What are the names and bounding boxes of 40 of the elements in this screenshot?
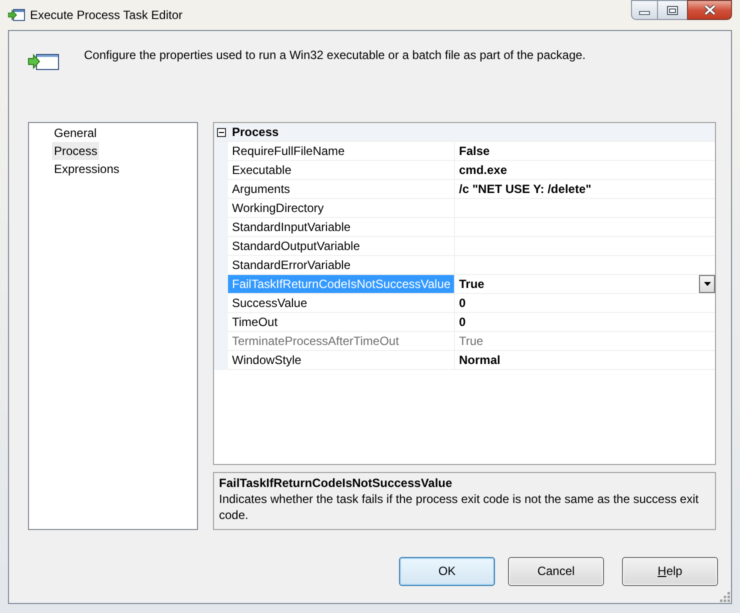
maximize-icon — [667, 6, 678, 14]
window-arrow-icon — [28, 53, 59, 70]
dialog-button[interactable]: Help — [622, 557, 718, 586]
nav-item[interactable]: Expressions — [52, 160, 122, 178]
dialog-button[interactable]: Cancel — [508, 557, 604, 586]
property-value[interactable]: 0 — [455, 313, 466, 331]
app-icon — [8, 9, 25, 21]
minimize-button[interactable] — [631, 0, 658, 20]
caret-icon — [704, 282, 710, 286]
minus-box-icon[interactable] — [217, 128, 226, 136]
property-value[interactable]: False — [455, 142, 490, 160]
property-name[interactable]: SuccessValue — [228, 294, 455, 313]
property-name[interactable]: StandardOutputVariable — [228, 237, 455, 256]
property-value[interactable]: 0 — [455, 294, 466, 312]
description-title: FailTaskIfReturnCodeIsNotSuccessValue — [219, 475, 454, 491]
property-name[interactable]: StandardInputVariable — [228, 218, 455, 237]
close-icon — [704, 5, 716, 15]
property-value[interactable]: Normal — [455, 351, 500, 369]
nav-item[interactable]: Process — [52, 142, 100, 160]
window-title: Execute Process Task Editor — [30, 8, 183, 22]
property-name[interactable]: WorkingDirectory — [228, 199, 455, 218]
property-value[interactable]: True — [455, 275, 484, 293]
dialog-button[interactable]: OK — [399, 557, 495, 586]
header-description: Configure the properties used to run a Win32 executable or a batch file as part of the package. — [84, 48, 586, 62]
close-button[interactable] — [687, 0, 732, 20]
property-name[interactable]: WindowStyle — [228, 351, 455, 370]
category-label: Process — [232, 124, 279, 140]
property-name[interactable]: TimeOut — [228, 313, 455, 332]
property-name[interactable]: RequireFullFileName — [228, 142, 455, 161]
dropdown-button[interactable] — [699, 275, 715, 293]
minimize-icon — [639, 11, 650, 15]
property-value[interactable]: cmd.exe — [455, 161, 508, 179]
size-grip-icon — [720, 592, 730, 602]
property-value[interactable]: /c "NET USE Y: /delete" — [455, 180, 592, 198]
property-name[interactable]: Arguments — [228, 180, 455, 199]
property-name[interactable]: Executable — [228, 161, 455, 180]
description-text: Indicates whether the task fails if the process exit code is not the same as the success exit code. — [219, 491, 700, 523]
category-header[interactable]: Process — [214, 123, 715, 142]
maximize-button[interactable] — [658, 0, 687, 20]
nav-item[interactable]: General — [52, 124, 99, 142]
